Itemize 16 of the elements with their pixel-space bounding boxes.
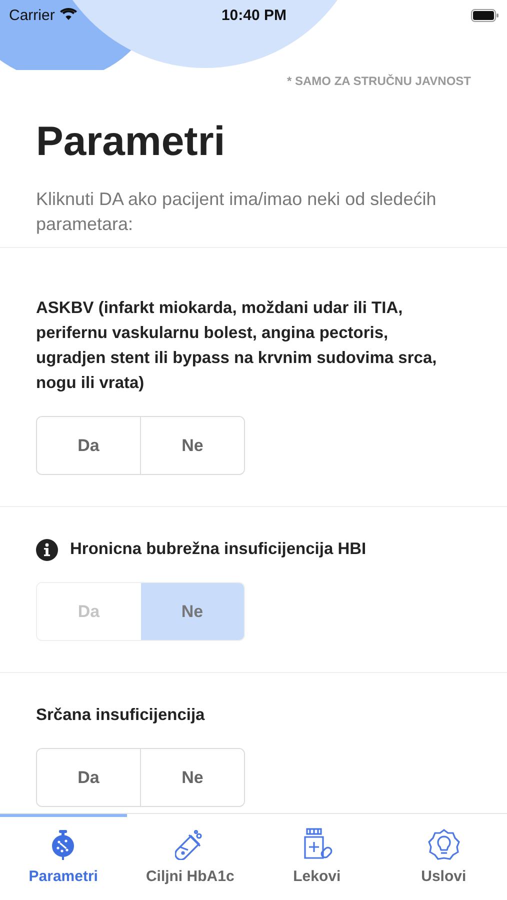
- stopwatch-icon: [50, 830, 76, 860]
- option-button[interactable]: Ne: [140, 583, 244, 640]
- carrier-label: Carrier: [9, 6, 55, 24]
- disclaimer-note: * SAMO ZA STRUČNU JAVNOST: [286, 74, 471, 88]
- lightbulb-icon: [428, 829, 460, 861]
- wifi-icon: [60, 8, 77, 20]
- info-icon[interactable]: [36, 538, 58, 560]
- battery-icon: [470, 8, 499, 22]
- question-text: Srčana insuficijencija: [36, 705, 205, 726]
- status-time: 10:40 PM: [221, 6, 287, 24]
- page-title: Parametri: [36, 118, 226, 165]
- question-text: Hronicna bubrežna insuficijencija HBI: [70, 539, 366, 560]
- question-text: ASKBV (infarkt miokarda, moždani udar ili TIA, perifernu vaskularnu bolest, angina pectoris, ugradjen stent ili bypass na krvnim sudovima srca, nogu ili vrata): [36, 298, 438, 394]
- option-button[interactable]: Ne: [140, 417, 244, 474]
- option-button[interactable]: Ne: [140, 749, 244, 806]
- instruction-text: Kliknuti DA ako pacijent ima/imao neki od sledećih parametara:: [36, 188, 438, 236]
